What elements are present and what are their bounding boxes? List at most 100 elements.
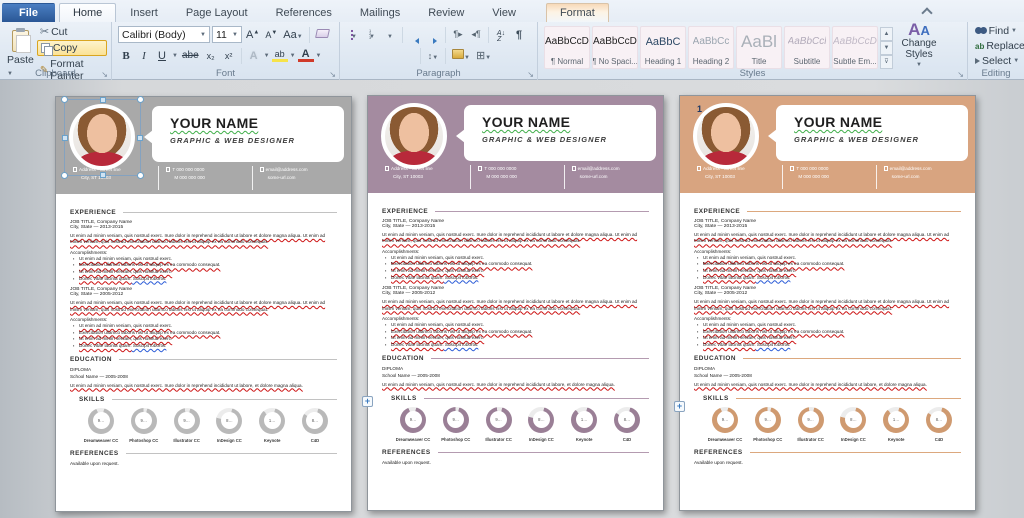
cut-button[interactable]: ✂ Cut bbox=[37, 24, 107, 39]
name-bubble[interactable]: YOUR NAME GRAPHIC & WEB DESIGNER bbox=[768, 105, 968, 161]
replace-button[interactable]: ab Replace bbox=[972, 39, 1024, 53]
skill-ring: 1… bbox=[883, 406, 910, 433]
skill-item: 9… Illustrator CC bbox=[479, 406, 519, 442]
selection-handle[interactable] bbox=[137, 134, 143, 141]
job-paragraph: Ut enim ad minim veniam, quis nostrud ex… bbox=[70, 233, 326, 245]
skill-label: C4D bbox=[622, 436, 632, 442]
profile-photo[interactable] bbox=[693, 103, 759, 169]
style-chip-heading-1[interactable]: AaBbC Heading 1 bbox=[640, 26, 686, 69]
skill-value: 8… bbox=[935, 417, 943, 423]
skill-value: 9… bbox=[409, 417, 417, 423]
profile-photo[interactable] bbox=[69, 104, 135, 170]
ribbon-tab-references[interactable]: References bbox=[262, 3, 346, 22]
document-area: YOUR NAME GRAPHIC & WEB DESIGNER Address… bbox=[0, 80, 1024, 518]
style-chip-subtitle[interactable]: AaBbCcl Subtitle bbox=[784, 26, 830, 69]
chevron-down-icon[interactable]: ▼ bbox=[264, 53, 270, 59]
selection-handle[interactable] bbox=[137, 96, 144, 103]
bullets-button[interactable]: ▼ bbox=[346, 29, 362, 41]
object-move-handle[interactable]: + bbox=[674, 401, 685, 412]
replace-icon: ab bbox=[975, 41, 985, 51]
borders-button[interactable]: ⊞▼ bbox=[474, 50, 493, 62]
address-line2: City, ST 10003 bbox=[393, 174, 423, 179]
strikethrough-button[interactable]: abe bbox=[180, 50, 201, 61]
ribbon-tab-home[interactable]: Home bbox=[58, 3, 117, 22]
font-size-combo[interactable]: 11 ▼ bbox=[212, 26, 242, 43]
superscript-button[interactable]: x² bbox=[221, 51, 237, 61]
selection-handle[interactable] bbox=[137, 172, 144, 179]
show-hide-marks-button[interactable]: ¶ bbox=[511, 29, 527, 41]
style-chip-title[interactable]: AaBl Title bbox=[736, 26, 782, 69]
bullet-item: Ut enim ad minim veniam, quis nostrud ex… bbox=[73, 336, 337, 343]
skill-value: 9… bbox=[452, 417, 460, 423]
bold-button[interactable]: B bbox=[118, 50, 134, 62]
change-case-button[interactable]: Aa▼ bbox=[281, 29, 304, 41]
numbering-button[interactable]: ▼ bbox=[364, 29, 380, 41]
font-name-combo[interactable]: Calibri (Body) ▼ bbox=[118, 26, 210, 43]
style-chip-subtle-em-[interactable]: AaBbCcDi Subtle Em... bbox=[832, 26, 878, 69]
ribbon-tab-format[interactable]: Format bbox=[545, 3, 609, 22]
sort-button[interactable]: A Z ↓ bbox=[493, 26, 509, 43]
shrink-font-button[interactable]: A▼ bbox=[263, 30, 279, 40]
font-dialog-launcher-icon[interactable]: ↘ bbox=[329, 71, 336, 79]
clear-formatting-button[interactable] bbox=[314, 28, 331, 41]
paragraph-dialog-launcher-icon[interactable]: ↘ bbox=[527, 71, 534, 79]
chevron-down-icon[interactable]: ▼ bbox=[172, 53, 178, 59]
ribbon-tab-mailings[interactable]: Mailings bbox=[346, 3, 414, 22]
styles-gallery: AaBbCcDc¶ NormalAaBbCcDc¶ No Spaci...AaB… bbox=[542, 26, 878, 69]
clipboard-dialog-launcher-icon[interactable]: ↘ bbox=[101, 71, 108, 79]
object-move-handle[interactable]: + bbox=[362, 396, 373, 407]
ribbon-tab-page-layout[interactable]: Page Layout bbox=[172, 3, 262, 22]
multilevel-list-button[interactable]: ▼ bbox=[382, 29, 398, 41]
name-bubble[interactable]: YOUR NAME GRAPHIC & WEB DESIGNER bbox=[456, 105, 656, 161]
section-title: EXPERIENCE bbox=[694, 208, 741, 215]
page-2[interactable]: YOUR NAME GRAPHIC & WEB DESIGNER Address… bbox=[362, 95, 664, 511]
style-chip--no-spaci-[interactable]: AaBbCcDc ¶ No Spaci... bbox=[592, 26, 638, 69]
style-chip--normal[interactable]: AaBbCcDc ¶ Normal bbox=[544, 26, 590, 69]
skill-value: 9… bbox=[721, 417, 729, 423]
bullet-item: Ut enim ad minim veniam, quis nostrud ex… bbox=[73, 269, 337, 276]
italic-button[interactable]: I bbox=[136, 50, 152, 62]
skill-item: 1… Keynote bbox=[876, 406, 916, 442]
gallery-scroll-up-icon[interactable]: ▲ bbox=[880, 26, 893, 41]
ribbon-tab-insert[interactable]: Insert bbox=[116, 3, 172, 22]
font-color-button[interactable]: A bbox=[297, 49, 314, 62]
page-1[interactable]: YOUR NAME GRAPHIC & WEB DESIGNER Address… bbox=[55, 96, 352, 512]
gallery-scroll-down-icon[interactable]: ▼ bbox=[880, 40, 893, 55]
underline-button[interactable]: U bbox=[154, 50, 170, 62]
chevron-down-icon[interactable]: ▼ bbox=[316, 53, 322, 59]
grow-font-button[interactable]: A▲ bbox=[244, 29, 261, 41]
profile-photo[interactable] bbox=[381, 103, 447, 169]
selection-handle[interactable] bbox=[61, 172, 68, 179]
find-button[interactable]: Find ▼ bbox=[972, 24, 1020, 38]
shading-button[interactable]: ▼ bbox=[450, 49, 472, 62]
styles-dialog-launcher-icon[interactable]: ↘ bbox=[957, 71, 964, 79]
selection-handle[interactable] bbox=[61, 96, 68, 103]
selection-handle[interactable] bbox=[62, 134, 68, 141]
subscript-button[interactable]: x₂ bbox=[203, 51, 219, 61]
line-spacing-button[interactable]: ↕▼ bbox=[425, 51, 441, 61]
ribbon-tab-review[interactable]: Review bbox=[414, 3, 478, 22]
style-chip-heading-2[interactable]: AaBbCc Heading 2 bbox=[688, 26, 734, 69]
chevron-down-icon[interactable]: ▼ bbox=[290, 53, 296, 59]
accomplishments-label: Accomplishments: bbox=[70, 249, 108, 255]
select-button[interactable]: Select ▼ bbox=[972, 54, 1020, 68]
ltr-direction-button[interactable]: ¶▸ bbox=[450, 29, 466, 40]
selection-handle[interactable] bbox=[99, 97, 106, 103]
font-group: Calibri (Body) ▼ 11 ▼ A▲ A▼ Aa▼ B I U ▼ abe… bbox=[112, 22, 340, 80]
copy-button[interactable]: Copy bbox=[36, 40, 107, 56]
name-bubble[interactable]: YOUR NAME GRAPHIC & WEB DESIGNER bbox=[144, 106, 344, 162]
selection-handle[interactable] bbox=[99, 172, 106, 178]
page-3[interactable]: YOUR NAME GRAPHIC & WEB DESIGNER Address… bbox=[674, 95, 976, 511]
text-effects-button[interactable]: A bbox=[246, 50, 262, 62]
minimize-ribbon-icon[interactable] bbox=[920, 5, 934, 17]
skill-label: Photoshop CC bbox=[441, 436, 471, 442]
bullet-item: Ut enim ad minim veniam, quis nostrud ex… bbox=[73, 256, 337, 263]
education-section-heading: EDUCATION bbox=[70, 356, 337, 363]
change-styles-button[interactable]: AA Change Styles ▼ bbox=[893, 21, 945, 71]
gallery-more-icon[interactable]: ⊽ bbox=[880, 54, 893, 69]
ribbon-tab-file[interactable]: File bbox=[2, 3, 55, 22]
rtl-direction-button[interactable]: ◂¶ bbox=[468, 29, 484, 40]
highlight-color-button[interactable]: ab bbox=[271, 49, 288, 62]
resume-role: GRAPHIC & WEB DESIGNER bbox=[482, 135, 607, 144]
ribbon-tab-view[interactable]: View bbox=[478, 3, 530, 22]
